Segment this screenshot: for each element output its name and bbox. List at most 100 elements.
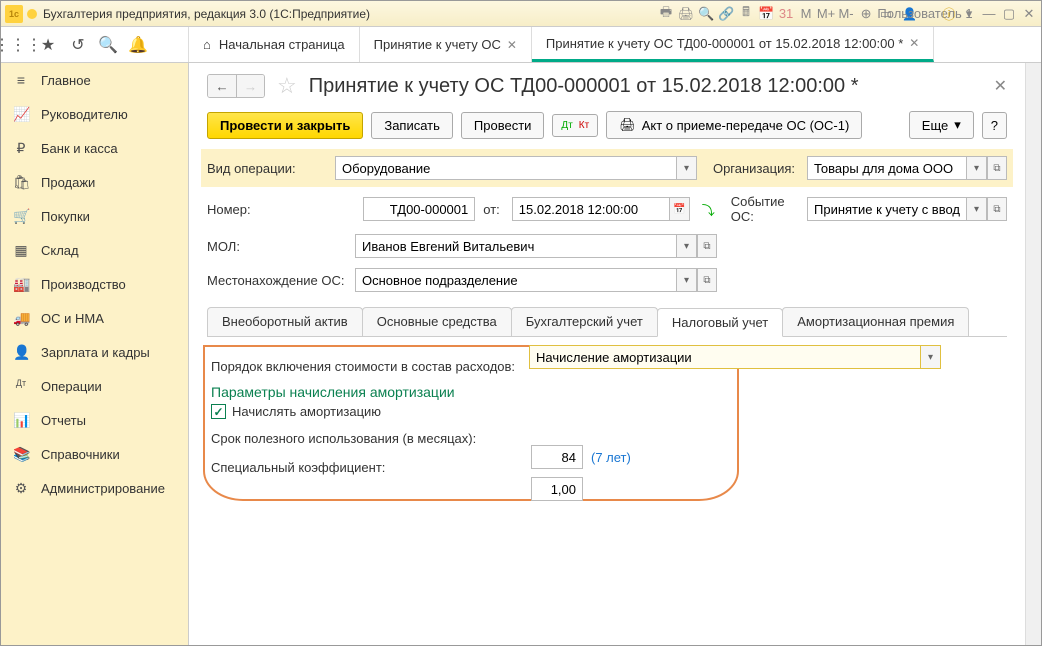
user-label[interactable]: 👤 Пользователь 1 [898, 6, 937, 22]
mol-input[interactable] [355, 234, 677, 258]
save-button[interactable]: Записать [371, 112, 453, 139]
m-icon[interactable]: M [798, 6, 814, 22]
ruble-icon: ₽ [13, 140, 29, 156]
org-input[interactable] [807, 156, 967, 180]
window-title: Бухгалтерия предприятия, редакция 3.0 (1… [43, 7, 370, 21]
expense-order-field-wrap: ▾ [529, 345, 941, 369]
sidebar-item-sales[interactable]: 🛍Продажи [1, 165, 188, 199]
help-button[interactable]: ? [982, 112, 1007, 139]
useful-life-label: Срок полезного использования (в месяцах)… [211, 431, 517, 446]
factory-icon: 🏭 [13, 276, 29, 292]
calc-icon[interactable]: 🖩 [738, 6, 754, 22]
sidebar-item-operations[interactable]: ДтОперации [1, 369, 188, 403]
sidebar-item-os-nma[interactable]: 🚚ОС и НМА [1, 301, 188, 335]
post-and-close-button[interactable]: Провести и закрыть [207, 112, 363, 139]
sidebar-item-purchases[interactable]: 🛒Покупки [1, 199, 188, 233]
print-act-label: Акт о приеме-передаче ОС (ОС-1) [642, 118, 850, 133]
row-number: Номер: от: 📅 ⤵ Событие ОС: ▾ ⧉ [207, 189, 1007, 229]
op-type-input[interactable] [335, 156, 677, 180]
post-button[interactable]: Провести [461, 112, 545, 139]
row-useful-life: Срок полезного использования (в месяцах)… [211, 421, 725, 450]
number-input[interactable] [363, 197, 475, 221]
more-button[interactable]: Еще ▾ [909, 111, 974, 139]
sidebar-label: ОС и НМА [41, 311, 104, 326]
dtkt-icon: Дт [13, 378, 29, 394]
open-icon[interactable]: ⧉ [987, 156, 1007, 180]
print-icon[interactable]: 🖨 [678, 6, 694, 22]
tab-close-icon[interactable]: ✕ [507, 38, 517, 52]
vertical-scrollbar[interactable] [1025, 63, 1041, 645]
zoom-icon[interactable]: ⊕ [858, 6, 874, 22]
calendar-icon[interactable]: 📅 [670, 197, 690, 221]
maximize-icon[interactable]: ▢ [1001, 6, 1017, 22]
event-label: Событие ОС: [731, 194, 799, 224]
sidebar-item-main[interactable]: ≡Главное [1, 63, 188, 97]
favorite-icon[interactable]: ★ [37, 34, 59, 56]
tab-noncurrent[interactable]: Внеоборотный актив [207, 307, 363, 336]
title-bar: 1c Бухгалтерия предприятия, редакция 3.0… [1, 1, 1041, 27]
link-icon[interactable]: 🔗 [718, 6, 734, 22]
form-area: Вид операции: ▾ Организация: ▾ ⧉ Номер: [207, 147, 1007, 511]
op-type-label: Вид операции: [207, 161, 327, 176]
tab-fixed-assets[interactable]: Основные средства [362, 307, 512, 336]
document-close-icon[interactable]: ✕ [994, 76, 1007, 96]
event-input[interactable] [807, 197, 967, 221]
print-act-button[interactable]: 🖨 Акт о приеме-передаче ОС (ОС-1) [606, 111, 862, 139]
location-input[interactable] [355, 268, 677, 292]
dropdown-icon[interactable]: ▾ [677, 156, 697, 180]
sidebar-item-bank[interactable]: ₽Банк и касса [1, 131, 188, 165]
tab-accounting[interactable]: Бухгалтерский учет [511, 307, 658, 336]
expense-order-input[interactable] [530, 346, 920, 368]
menu-icon: ≡ [13, 72, 29, 88]
grid-icon: ▦ [13, 242, 29, 258]
row-location: Местонахождение ОС: ▾ ⧉ [207, 263, 1007, 297]
sidebar-item-admin[interactable]: ⚙Администрирование [1, 471, 188, 505]
history-icon[interactable]: ↺ [67, 34, 89, 56]
calendar-icon[interactable]: 📅 [758, 6, 774, 22]
dropdown-icon[interactable]: ▾ [967, 156, 987, 180]
useful-life-input[interactable] [531, 445, 583, 469]
m-plus-icon[interactable]: M+ [818, 6, 834, 22]
document-toolbar: Провести и закрыть Записать Провести ДтК… [203, 105, 1025, 147]
tab-doc[interactable]: Принятие к учету ОС ТД00-000001 от 15.02… [532, 27, 934, 62]
apps-icon[interactable]: ⋮⋮⋮ [7, 34, 29, 56]
sidebar-item-warehouse[interactable]: ▦Склад [1, 233, 188, 267]
dropdown-icon[interactable]: ▾ [961, 6, 977, 22]
search-icon[interactable]: 🔍 [698, 6, 714, 22]
sidebar-item-catalogs[interactable]: 📚Справочники [1, 437, 188, 471]
dropdown-icon[interactable]: ▾ [677, 234, 697, 258]
open-icon[interactable]: ⧉ [697, 234, 717, 258]
date-input[interactable] [512, 197, 670, 221]
date-icon[interactable]: 31 [778, 6, 794, 22]
sidebar-item-production[interactable]: 🏭 Производство [1, 267, 188, 301]
print-preview-icon[interactable]: 🖶 [658, 6, 674, 22]
amortize-checkbox[interactable]: ✓ Начислять амортизацию [211, 402, 725, 421]
dropdown-icon[interactable]: ▾ [967, 197, 987, 221]
tab-tax[interactable]: Налоговый учет [657, 308, 783, 337]
search-icon[interactable]: 🔍 [97, 34, 119, 56]
sidebar-label: Производство [41, 277, 126, 292]
minimize-icon[interactable]: — [981, 6, 997, 22]
m-minus-icon[interactable]: M- [838, 6, 854, 22]
tab-os-list[interactable]: Принятие к учету ОС ✕ [360, 27, 532, 62]
sidebar-item-salary[interactable]: 👤Зарплата и кадры [1, 335, 188, 369]
bell-icon[interactable]: 🔔 [127, 34, 149, 56]
sidebar-item-manager[interactable]: 📈Руководителю [1, 97, 188, 131]
tab-home[interactable]: ⌂ Начальная страница [189, 27, 360, 62]
close-icon[interactable]: ✕ [1021, 6, 1037, 22]
app-logo-icon: 1c [5, 5, 23, 23]
info-icon[interactable]: ⓘ [941, 6, 957, 22]
tab-close-icon[interactable]: ✕ [909, 36, 919, 50]
coefficient-input[interactable] [531, 477, 583, 501]
open-icon[interactable]: ⧉ [697, 268, 717, 292]
dtkt-button[interactable]: ДтКт [552, 114, 598, 137]
tab-bonus[interactable]: Амортизационная премия [782, 307, 969, 336]
row-op-type: Вид операции: ▾ Организация: ▾ ⧉ [201, 149, 1013, 187]
sidebar-item-reports[interactable]: 📊Отчеты [1, 403, 188, 437]
dropdown-icon[interactable]: ▾ [920, 346, 940, 368]
forward-button[interactable]: → [236, 75, 264, 97]
back-button[interactable]: ← [208, 75, 236, 97]
open-icon[interactable]: ⧉ [987, 197, 1007, 221]
favorite-star-icon[interactable]: ☆ [277, 73, 297, 99]
dropdown-icon[interactable]: ▾ [677, 268, 697, 292]
